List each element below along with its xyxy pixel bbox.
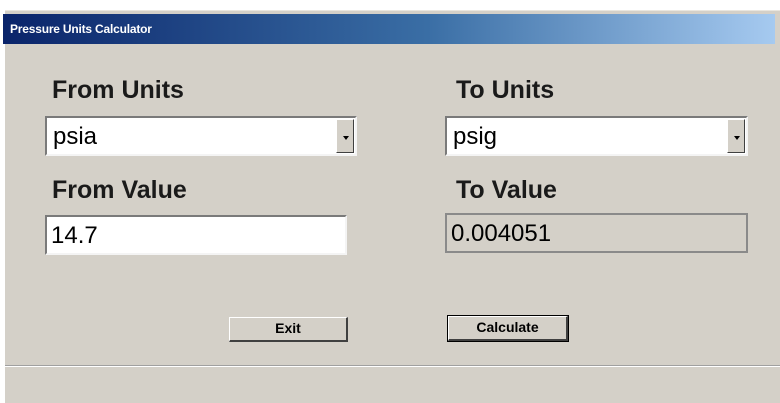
chevron-down-icon — [734, 136, 740, 140]
to-units-dropdown-button[interactable] — [727, 119, 745, 153]
to-units-select[interactable]: psig — [445, 116, 748, 156]
calculator-window — [5, 10, 780, 403]
to-units-value: psig — [453, 123, 498, 150]
chevron-down-icon — [343, 136, 349, 140]
calculate-button[interactable]: Calculate — [447, 315, 569, 342]
status-bar — [5, 365, 780, 394]
from-value-input[interactable]: 14.7 — [45, 215, 347, 255]
exit-button[interactable]: Exit — [229, 317, 348, 342]
from-units-select[interactable]: psia — [45, 116, 357, 156]
to-value-label: To Value — [456, 176, 557, 204]
to-value-output: 0.004051 — [445, 213, 748, 253]
from-units-label: From Units — [52, 76, 184, 104]
window-title-bar[interactable]: Pressure Units Calculator — [3, 14, 775, 44]
from-units-value: psia — [53, 123, 98, 150]
window-title: Pressure Units Calculator — [10, 22, 152, 36]
from-units-dropdown-button[interactable] — [336, 119, 354, 153]
from-value-label: From Value — [52, 176, 187, 204]
to-units-label: To Units — [456, 76, 555, 104]
